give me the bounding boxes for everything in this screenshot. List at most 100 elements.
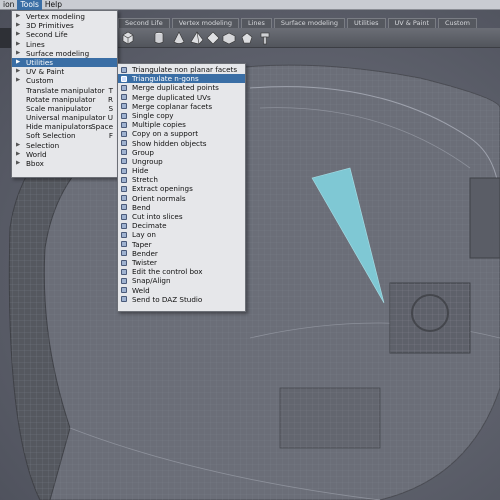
utilities-item-lay-on[interactable]: Lay on — [118, 230, 245, 239]
utilities-item-weld[interactable]: Weld — [118, 286, 245, 295]
single-copy-icon — [121, 112, 127, 119]
orient-normals-icon — [121, 195, 127, 202]
utilities-item-bend[interactable]: Bend — [118, 203, 245, 212]
menu-item-label: 3D Primitives — [26, 21, 74, 31]
utilities-item-multiple-copies[interactable]: Multiple copies — [118, 120, 245, 129]
utilities-item-triangulate-non-planar-facets[interactable]: Triangulate non planar facets — [118, 65, 245, 74]
menu-item-label: Universal manipulator — [26, 113, 106, 123]
menu-item-shortcut: F — [108, 131, 113, 141]
menu-item-label: Utilities — [26, 57, 54, 67]
tools-menu-item-rotate-manipulator[interactable]: Rotate manipulator R — [12, 95, 117, 104]
hide-icon — [121, 167, 127, 174]
merge-duplicated-uvs-icon — [121, 94, 127, 101]
lay-on-icon — [121, 231, 127, 238]
submenu-arrow-icon: ▶ — [16, 13, 21, 19]
tab-lines[interactable]: Lines — [240, 18, 272, 28]
tools-menu-item-world[interactable]: ▶ World — [12, 150, 117, 159]
utilities-item-merge-duplicated-points[interactable]: Merge duplicated points — [118, 83, 245, 92]
edit-the-control-box-icon — [121, 268, 127, 275]
wrench-icon[interactable] — [258, 31, 272, 45]
menu-tools[interactable]: Tools — [17, 0, 42, 10]
menu-item-label: Copy on a support — [132, 129, 199, 139]
tools-menu-item-scale-manipulator[interactable]: Scale manipulator S — [12, 104, 117, 113]
utilities-item-merge-coplanar-facets[interactable]: Merge coplanar facets — [118, 102, 245, 111]
utilities-item-single-copy[interactable]: Single copy — [118, 111, 245, 120]
tools-menu-item-vertex-modeling[interactable]: ▶ Vertex modeling — [12, 12, 117, 21]
tools-menu-item-selection[interactable]: ▶ Selection — [12, 141, 117, 150]
snap-align-icon — [121, 277, 127, 284]
cube-icon[interactable] — [121, 31, 135, 45]
menu-item-label: Bender — [132, 248, 158, 258]
merge-coplanar-facets-icon — [121, 103, 127, 110]
taper-icon — [121, 241, 127, 248]
utilities-item-twister[interactable]: Twister — [118, 258, 245, 267]
utilities-item-extract-openings[interactable]: Extract openings — [118, 184, 245, 193]
utilities-item-snap-align[interactable]: Snap/Align — [118, 276, 245, 285]
menu-item-shortcut: T — [108, 85, 113, 95]
tab-second-life[interactable]: Second Life — [118, 18, 170, 28]
menu-item-label: Rotate manipulator — [26, 94, 96, 104]
tools-menu-item-second-life[interactable]: ▶ Second Life — [12, 30, 117, 39]
menu-item-label: Extract openings — [132, 184, 193, 194]
menu-item-label: Triangulate n-gons — [132, 74, 199, 84]
bender-icon — [121, 250, 127, 257]
utilities-item-copy-on-a-support[interactable]: Copy on a support — [118, 129, 245, 138]
utilities-item-send-to-daz-studio[interactable]: Send to DAZ Studio — [118, 295, 245, 304]
tools-menu-item-custom[interactable]: ▶ Custom — [12, 76, 117, 85]
menu-item-label: Ungroup — [132, 156, 163, 166]
tab-surface-modeling[interactable]: Surface modeling — [273, 18, 346, 28]
tools-menu-item-universal-manipulator[interactable]: Universal manipulator U — [12, 113, 117, 122]
tools-menu-item-surface-modeling[interactable]: ▶ Surface modeling — [12, 49, 117, 58]
tools-menu-item-lines[interactable]: ▶ Lines — [12, 40, 117, 49]
cylinder-icon[interactable] — [152, 31, 166, 45]
tools-menu-item-hide-manipulators[interactable]: Hide manipulators Space — [12, 122, 117, 131]
utilities-item-orient-normals[interactable]: Orient normals — [118, 194, 245, 203]
menu-item-label: Group — [132, 147, 154, 157]
menu-item-label: Cut into slices — [132, 212, 183, 221]
tools-menu-item-utilities[interactable]: ▶ Utilities — [12, 57, 117, 68]
tools-menu-item-bbox[interactable]: ▶ Bbox — [12, 159, 117, 168]
submenu-arrow-icon: ▶ — [16, 49, 21, 56]
box-icon[interactable] — [222, 31, 236, 45]
utilities-item-hide[interactable]: Hide — [118, 166, 245, 175]
triangulate-non-planar-facets-icon — [121, 66, 127, 73]
utilities-item-group[interactable]: Group — [118, 148, 245, 157]
tools-menu-item-3d-primitives[interactable]: ▶ 3D Primitives — [12, 21, 117, 30]
submenu-arrow-icon: ▶ — [16, 68, 21, 75]
menu-item-label: Triangulate non planar facets — [132, 65, 238, 74]
pyramid-icon[interactable] — [190, 31, 204, 45]
utilities-item-stretch[interactable]: Stretch — [118, 175, 245, 184]
left-panel-strip — [0, 28, 11, 48]
tools-menu-item-soft-selection[interactable]: Soft Selection F — [12, 131, 117, 140]
stretch-icon — [121, 176, 127, 183]
tools-menu-item-uv-paint[interactable]: ▶ UV & Paint — [12, 67, 117, 76]
tab-custom[interactable]: Custom — [438, 18, 477, 28]
extract-openings-icon — [121, 186, 127, 193]
utilities-item-edit-the-control-box[interactable]: Edit the control box — [118, 267, 245, 276]
utilities-item-decimate[interactable]: Decimate — [118, 221, 245, 230]
utilities-item-taper[interactable]: Taper — [118, 240, 245, 249]
tab-utilities[interactable]: Utilities — [347, 18, 386, 28]
utilities-item-cut-into-slices[interactable]: Cut into slices — [118, 212, 245, 221]
diamond-icon[interactable] — [206, 31, 220, 45]
cone-icon[interactable] — [172, 31, 186, 45]
utilities-item-show-hidden-objects[interactable]: Show hidden objects — [118, 139, 245, 148]
submenu-arrow-icon: ▶ — [16, 58, 21, 65]
utilities-item-ungroup[interactable]: Ungroup — [118, 157, 245, 166]
menu-item-label: Single copy — [132, 110, 174, 120]
tab-vertex-modeling[interactable]: Vertex modeling — [171, 18, 239, 28]
menu-item-label: World — [26, 149, 47, 159]
tools-menu-item-translate-manipulator[interactable]: Translate manipulator T — [12, 86, 117, 95]
utilities-item-bender[interactable]: Bender — [118, 249, 245, 258]
tab-uv-paint[interactable]: UV & Paint — [387, 18, 436, 28]
menu-item-label: Vertex modeling — [26, 12, 85, 21]
menu-help[interactable]: Help — [42, 0, 65, 10]
menu-ion[interactable]: ion — [0, 0, 17, 10]
utilities-item-triangulate-n-gons[interactable]: Triangulate n-gons — [118, 74, 245, 84]
utilities-item-merge-duplicated-uvs[interactable]: Merge duplicated UVs — [118, 93, 245, 102]
submenu-arrow-icon: ▶ — [16, 150, 21, 157]
menu-item-shortcut: R — [108, 94, 113, 104]
menu-item-label: Soft Selection — [26, 131, 76, 141]
sphere-icon[interactable] — [240, 31, 254, 45]
menu-item-label: Custom — [26, 76, 54, 86]
